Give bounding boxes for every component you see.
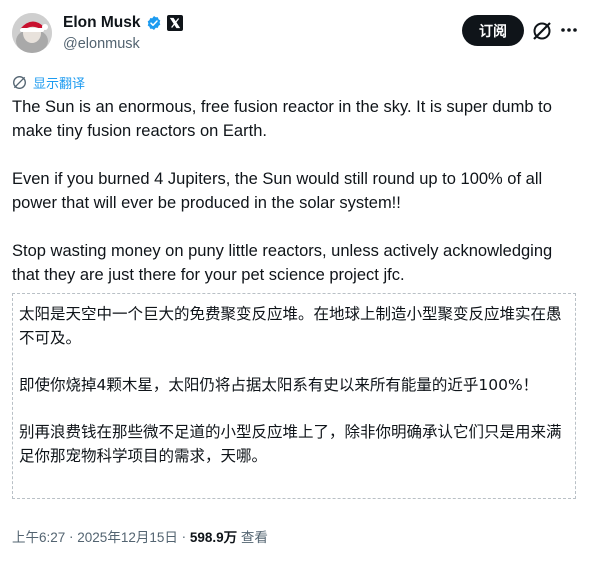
translation-paragraph: 即使你烧掉4颗木星，太阳仍将占据太阳系有史以来所有能量的近乎100%！	[19, 376, 539, 394]
author-handle[interactable]: @elonmusk	[63, 36, 140, 52]
view-count-suffix: 查看	[237, 530, 268, 545]
tweet-meta: 上午6:27 · 2025年12月15日 · 598.9万 查看	[12, 526, 268, 546]
view-count: 598.9万	[189, 530, 238, 545]
tweet-time[interactable]: 上午6:27	[12, 526, 65, 546]
subscribe-button[interactable]: 订阅	[462, 15, 524, 46]
x-logo-icon	[166, 15, 183, 31]
translation-paragraph: 太阳是天空中一个巨大的免费聚变反应堆。在地球上制造小型聚变反应堆实在愚不可及。	[19, 305, 562, 347]
more-icon[interactable]	[559, 20, 579, 40]
tweet-paragraph: The Sun is an enormous, free fusion reac…	[12, 98, 552, 140]
translate-icon	[12, 75, 27, 90]
show-translation-link[interactable]: 显示翻译	[12, 73, 85, 92]
tweet-text: The Sun is an enormous, free fusion reac…	[12, 95, 582, 287]
grok-icon[interactable]	[531, 20, 553, 42]
author-name-row: Elon Musk	[63, 14, 183, 32]
tweet-paragraph: Stop wasting money on puny little reacto…	[12, 242, 553, 284]
show-translation-label: 显示翻译	[33, 76, 86, 91]
tweet-paragraph: Even if you burned 4 Jupiters, the Sun w…	[12, 170, 543, 212]
avatar[interactable]	[12, 13, 52, 53]
meta-separator: ·	[65, 528, 78, 544]
author-display-name[interactable]: Elon Musk	[63, 14, 141, 32]
meta-separator: ·	[177, 528, 190, 544]
verified-badge-icon[interactable]	[146, 15, 162, 31]
tweet-date[interactable]: 2025年12月15日	[77, 526, 178, 546]
translation-box: 太阳是天空中一个巨大的免费聚变反应堆。在地球上制造小型聚变反应堆实在愚不可及。 …	[12, 293, 576, 499]
translation-paragraph: 别再浪费钱在那些微不足道的小型反应堆上了，除非你明确承认它们只是用来满足你那宠物…	[19, 423, 562, 465]
